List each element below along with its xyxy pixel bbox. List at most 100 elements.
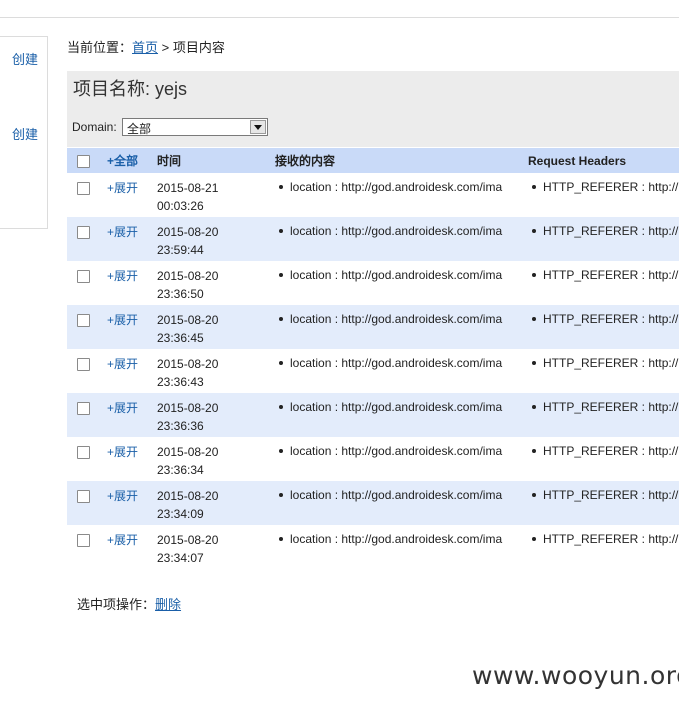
bullet-icon — [279, 184, 283, 189]
bullet-icon — [279, 404, 283, 409]
row-date: 2015-08-20 — [157, 533, 219, 547]
breadcrumb-current: 项目内容 — [172, 40, 225, 55]
row-header-item: HTTP_REFERER : http:// — [528, 355, 679, 371]
row-content-item: location : http://god.androidesk.com/ima — [275, 399, 521, 415]
row-header-item: HTTP_REFERER : http:// — [528, 223, 679, 239]
row-header-text: HTTP_REFERER : http:// — [543, 488, 679, 502]
watermark: www.wooyun.org — [472, 661, 679, 690]
table-row: +展开 2015-08-20 23:34:09 location : http://g… — [67, 481, 679, 525]
row-checkbox[interactable] — [77, 226, 90, 239]
bullet-icon — [532, 492, 536, 497]
domain-select[interactable]: 全部 — [122, 118, 269, 136]
bullet-icon — [532, 448, 536, 453]
row-header-text: HTTP_REFERER : http:// — [543, 356, 679, 370]
row-header-text: HTTP_REFERER : http:// — [543, 312, 679, 326]
sidebar-create-link-1[interactable]: 创建 — [12, 49, 38, 68]
row-timestamp: 2015-08-20 23:36:34 — [157, 443, 268, 479]
row-time: 23:34:07 — [157, 551, 204, 565]
row-content-item: location : http://god.androidesk.com/ima — [275, 355, 521, 371]
row-header-item: HTTP_REFERER : http:// — [528, 443, 679, 459]
row-content-item: location : http://god.androidesk.com/ima — [275, 179, 521, 195]
table-row: +展开 2015-08-20 23:36:36 location : http://g… — [67, 393, 679, 437]
column-header-time: 时间 — [157, 154, 182, 168]
row-checkbox[interactable] — [77, 534, 90, 547]
row-header-text: HTTP_REFERER : http:// — [543, 224, 679, 238]
row-header-text: HTTP_REFERER : http:// — [543, 180, 679, 194]
breadcrumb: 当前位置：首页 > 项目内容 — [67, 37, 225, 56]
row-expand-link[interactable]: +展开 — [107, 179, 138, 196]
records-table: +全部 时间 接收的内容 Request Headers +展开 2015-08-… — [67, 148, 679, 569]
row-checkbox[interactable] — [77, 314, 90, 327]
row-time: 23:36:50 — [157, 287, 204, 301]
row-checkbox[interactable] — [77, 182, 90, 195]
row-expand-link[interactable]: +展开 — [107, 531, 138, 548]
row-expand-link[interactable]: +展开 — [107, 355, 138, 372]
bullet-icon — [279, 448, 283, 453]
row-time: 23:36:36 — [157, 419, 204, 433]
bullet-icon — [532, 272, 536, 277]
row-content-item: location : http://god.androidesk.com/ima — [275, 223, 521, 239]
row-date: 2015-08-20 — [157, 401, 219, 415]
row-header-item: HTTP_REFERER : http:// — [528, 487, 679, 503]
breadcrumb-separator: > — [158, 40, 173, 55]
bullet-icon — [279, 316, 283, 321]
chevron-down-icon[interactable] — [250, 120, 267, 134]
select-all-checkbox[interactable] — [77, 154, 90, 168]
row-expand-link[interactable]: +展开 — [107, 267, 138, 284]
row-time: 23:36:45 — [157, 331, 204, 345]
bullet-icon — [279, 228, 283, 233]
domain-select-value: 全部 — [127, 122, 152, 136]
row-date: 2015-08-20 — [157, 269, 219, 283]
delete-selected-link[interactable]: 删除 — [155, 597, 181, 612]
bullet-icon — [532, 184, 536, 189]
table-row: +展开 2015-08-20 23:36:50 location : http://g… — [67, 261, 679, 305]
column-header-request-headers: Request Headers — [528, 153, 627, 168]
row-expand-link[interactable]: +展开 — [107, 223, 138, 240]
row-content-text: location : http://god.androidesk.com/ima — [290, 268, 503, 282]
row-checkbox[interactable] — [77, 358, 90, 371]
bullet-icon — [279, 536, 283, 541]
row-content-item: location : http://god.androidesk.com/ima — [275, 443, 521, 459]
top-divider — [0, 17, 679, 18]
table-row: +展开 2015-08-20 23:36:45 location : http://g… — [67, 305, 679, 349]
row-content-text: location : http://god.androidesk.com/ima — [290, 180, 503, 194]
sidebar-create-link-2[interactable]: 创建 — [12, 124, 38, 143]
breadcrumb-prefix: 当前位置： — [67, 40, 133, 55]
row-checkbox[interactable] — [77, 402, 90, 415]
row-header-item: HTTP_REFERER : http:// — [528, 179, 679, 195]
sidebar: 创建 创建 — [0, 36, 48, 229]
row-content-item: location : http://god.androidesk.com/ima — [275, 267, 521, 283]
row-date: 2015-08-20 — [157, 489, 219, 503]
row-time: 23:34:09 — [157, 507, 204, 521]
row-header-item: HTTP_REFERER : http:// — [528, 267, 679, 283]
row-checkbox[interactable] — [77, 270, 90, 283]
table-header-row: +全部 时间 接收的内容 Request Headers — [67, 148, 679, 173]
row-content-item: location : http://god.androidesk.com/ima — [275, 531, 521, 547]
row-time: 23:36:34 — [157, 463, 204, 477]
row-expand-link[interactable]: +展开 — [107, 443, 138, 460]
column-header-content: 接收的内容 — [275, 154, 336, 168]
domain-label: Domain: — [72, 120, 117, 134]
row-expand-link[interactable]: +展开 — [107, 399, 138, 416]
bullet-icon — [532, 316, 536, 321]
row-checkbox[interactable] — [77, 490, 90, 503]
bullet-icon — [279, 360, 283, 365]
row-timestamp: 2015-08-21 00:03:26 — [157, 179, 268, 215]
row-time: 23:36:43 — [157, 375, 204, 389]
row-header-item: HTTP_REFERER : http:// — [528, 531, 679, 547]
bullet-icon — [279, 272, 283, 277]
row-expand-link[interactable]: +展开 — [107, 487, 138, 504]
row-checkbox[interactable] — [77, 446, 90, 459]
row-content-text: location : http://god.androidesk.com/ima — [290, 532, 503, 546]
domain-filter: Domain: 全部 — [72, 118, 269, 136]
row-timestamp: 2015-08-20 23:36:50 — [157, 267, 268, 303]
row-header-item: HTTP_REFERER : http:// — [528, 311, 679, 327]
row-expand-link[interactable]: +展开 — [107, 311, 138, 328]
bullet-icon — [532, 228, 536, 233]
row-timestamp: 2015-08-20 23:34:07 — [157, 531, 268, 567]
breadcrumb-home-link[interactable]: 首页 — [132, 40, 158, 55]
expand-all-link[interactable]: +全部 — [107, 152, 138, 169]
row-date: 2015-08-21 — [157, 181, 219, 195]
row-content-item: location : http://god.androidesk.com/ima — [275, 311, 521, 327]
row-date: 2015-08-20 — [157, 225, 219, 239]
